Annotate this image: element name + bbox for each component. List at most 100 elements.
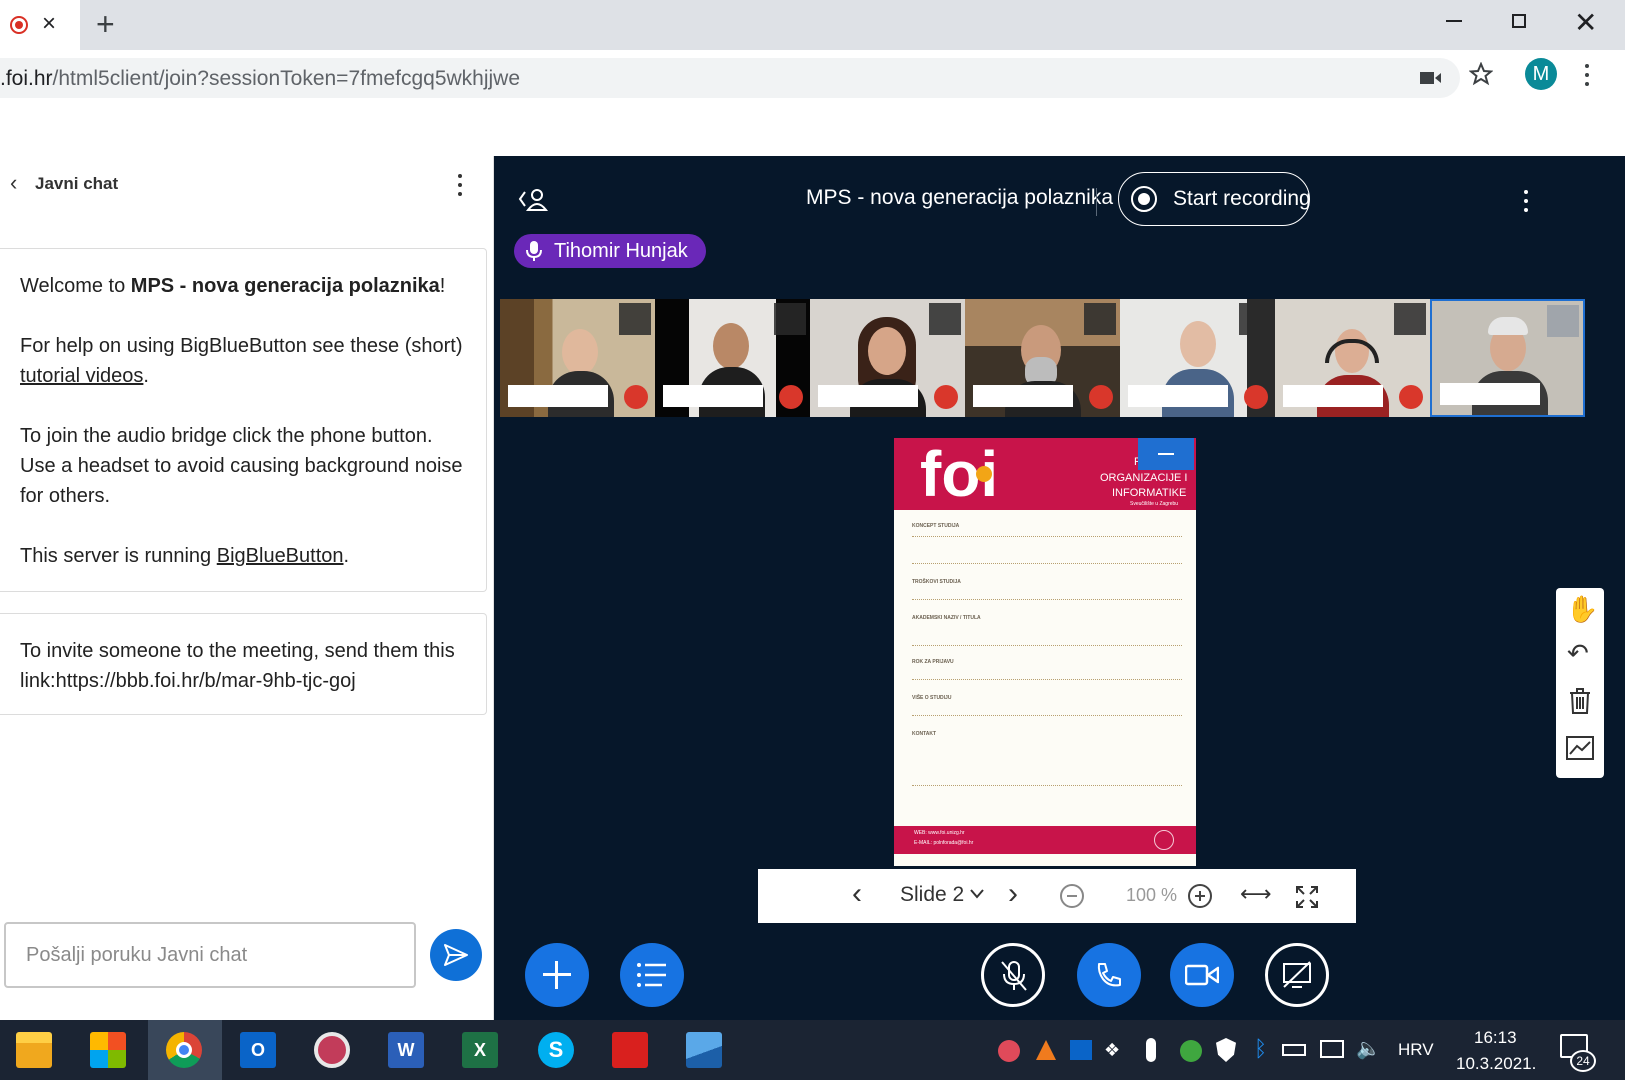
webcam-tile-active[interactable] [1430, 299, 1585, 417]
university-seal-icon [1154, 830, 1174, 850]
expand-icon[interactable] [929, 303, 961, 335]
phone-icon [1097, 963, 1121, 987]
chat-title[interactable]: Javni chat [35, 174, 118, 194]
send-message-button[interactable] [430, 929, 482, 981]
address-bar[interactable]: .foi.hr/html5client/join?sessionToken=7f… [0, 58, 1460, 98]
expand-icon[interactable] [619, 303, 651, 335]
dropbox-icon[interactable]: ❖ [1104, 1040, 1126, 1060]
close-tab-icon[interactable]: × [42, 10, 56, 38]
share-webcam-button[interactable] [1170, 943, 1234, 1007]
acrobat-icon[interactable] [612, 1032, 648, 1068]
browser-toolbar: .foi.hr/html5client/join?sessionToken=7f… [0, 50, 1625, 156]
talking-indicator[interactable]: Tihomir Hunjak [514, 234, 706, 268]
join-audio-button[interactable] [1077, 943, 1141, 1007]
chat-options-icon[interactable] [458, 174, 462, 196]
fullscreen-icon[interactable] [1296, 886, 1318, 908]
webcam-tile[interactable] [655, 299, 810, 417]
photos-icon[interactable] [686, 1032, 722, 1068]
hand-tool-icon[interactable]: ✋ [1566, 594, 1598, 625]
webcam-tile[interactable] [965, 299, 1120, 417]
slide-section-heading: AKADEMSKI NAZIV / TITULA [912, 615, 981, 621]
zoom-level: 100 % [1126, 885, 1178, 905]
expand-icon[interactable] [1084, 303, 1116, 335]
fit-to-width-icon[interactable]: ⟷ [1240, 881, 1272, 907]
new-tab-icon[interactable]: + [96, 6, 115, 43]
back-chevron-icon[interactable]: ‹ [10, 170, 17, 196]
name-plate [1440, 383, 1540, 405]
chat-header: ‹ Javni chat [0, 156, 494, 212]
zoom-in-icon[interactable] [1188, 884, 1212, 908]
undo-icon[interactable]: ↶ [1567, 638, 1589, 669]
battery-icon[interactable] [1282, 1044, 1306, 1056]
browser-tab-strip: × + ✕ [0, 0, 1625, 50]
bigbluebutton-link[interactable]: BigBlueButton [217, 545, 344, 567]
participant-face [562, 329, 598, 375]
meeting-options-icon[interactable] [1524, 190, 1528, 212]
network-icon[interactable] [1320, 1040, 1344, 1058]
profile-avatar[interactable]: M [1525, 58, 1557, 90]
tray-app-icon[interactable] [1036, 1040, 1056, 1060]
input-language[interactable]: HRV [1398, 1040, 1434, 1060]
volume-icon[interactable]: 🔈 [1356, 1036, 1381, 1061]
chrome-icon[interactable] [166, 1032, 202, 1068]
browser-tab[interactable]: × [0, 0, 80, 50]
chevron-down-icon[interactable] [970, 889, 984, 899]
recording-indicator-icon [10, 16, 28, 34]
name-plate [508, 385, 608, 407]
actions-button[interactable] [525, 943, 589, 1007]
next-slide-icon[interactable]: › [1008, 877, 1018, 911]
excel-icon[interactable]: X [462, 1032, 498, 1068]
meeting-name: MPS - nova generacija polaznika [130, 275, 440, 297]
tray-outlook-icon[interactable] [1070, 1040, 1092, 1060]
talker-name: Tihomir Hunjak [554, 240, 688, 262]
webcam-tile[interactable] [1275, 299, 1430, 417]
expand-icon[interactable] [774, 303, 806, 335]
previous-slide-icon[interactable]: ‹ [852, 877, 862, 911]
webcam-tile[interactable] [810, 299, 965, 417]
slide-header-subline: Sveučilište u Zagrebu [1130, 501, 1179, 507]
close-window-icon[interactable]: ✕ [1574, 6, 1597, 39]
muted-mic-icon [1089, 385, 1113, 409]
expand-icon[interactable] [1547, 305, 1579, 337]
share-screen-button[interactable] [1265, 943, 1329, 1007]
trash-icon[interactable] [1569, 688, 1591, 714]
security-check-icon[interactable] [1180, 1040, 1202, 1062]
skype-icon[interactable]: S [538, 1032, 574, 1068]
slide-selector[interactable]: Slide 2 [900, 883, 964, 907]
url-text: .foi.hr/html5client/join?sessionToken=7f… [0, 67, 521, 90]
clock-date[interactable]: 10.3.2021. [1456, 1054, 1536, 1074]
restore-icon[interactable] [1512, 14, 1526, 28]
bookmark-star-icon[interactable] [1469, 62, 1493, 86]
file-explorer-icon[interactable] [16, 1032, 52, 1068]
shield-icon[interactable] [1216, 1038, 1236, 1062]
minimize-icon[interactable] [1446, 20, 1462, 22]
outlook-icon[interactable]: O [240, 1032, 276, 1068]
browser-menu-icon[interactable] [1585, 64, 1589, 86]
tray-app-icon[interactable] [998, 1040, 1020, 1062]
camera-icon[interactable] [1420, 69, 1442, 87]
unmute-microphone-button[interactable] [981, 943, 1045, 1007]
snipping-tool-icon[interactable] [314, 1032, 350, 1068]
webcam-tile[interactable] [500, 299, 655, 417]
bluetooth-icon[interactable]: ᛒ [1254, 1036, 1267, 1062]
video-camera-icon [1185, 964, 1219, 986]
word-icon[interactable]: W [388, 1032, 424, 1068]
minimize-presentation-button[interactable] [1138, 438, 1194, 470]
clock-time[interactable]: 16:13 [1474, 1028, 1517, 1048]
expand-icon[interactable] [1394, 303, 1426, 335]
microphone-tray-icon[interactable] [1146, 1038, 1156, 1062]
expand-icon[interactable] [1239, 303, 1271, 335]
multi-user-whiteboard-icon[interactable] [1566, 736, 1594, 760]
zoom-out-icon[interactable] [1060, 884, 1084, 908]
webcam-tile[interactable] [1120, 299, 1275, 417]
screen-share-off-icon [1283, 961, 1311, 988]
toggle-user-list-icon[interactable] [518, 186, 548, 212]
notification-count: 24 [1570, 1050, 1596, 1072]
start-recording-button[interactable]: Start recording [1118, 172, 1311, 226]
presentation-slide[interactable]: foi F ORGANIZACIJE I INFORMATIKE Sveučil… [894, 438, 1196, 866]
chat-message-input[interactable]: Pošalji poruku Javni chat [4, 922, 416, 988]
tutorial-videos-link[interactable]: tutorial videos [20, 365, 143, 387]
store-icon[interactable] [90, 1032, 126, 1068]
send-icon [444, 944, 468, 966]
share-notes-button[interactable] [620, 943, 684, 1007]
